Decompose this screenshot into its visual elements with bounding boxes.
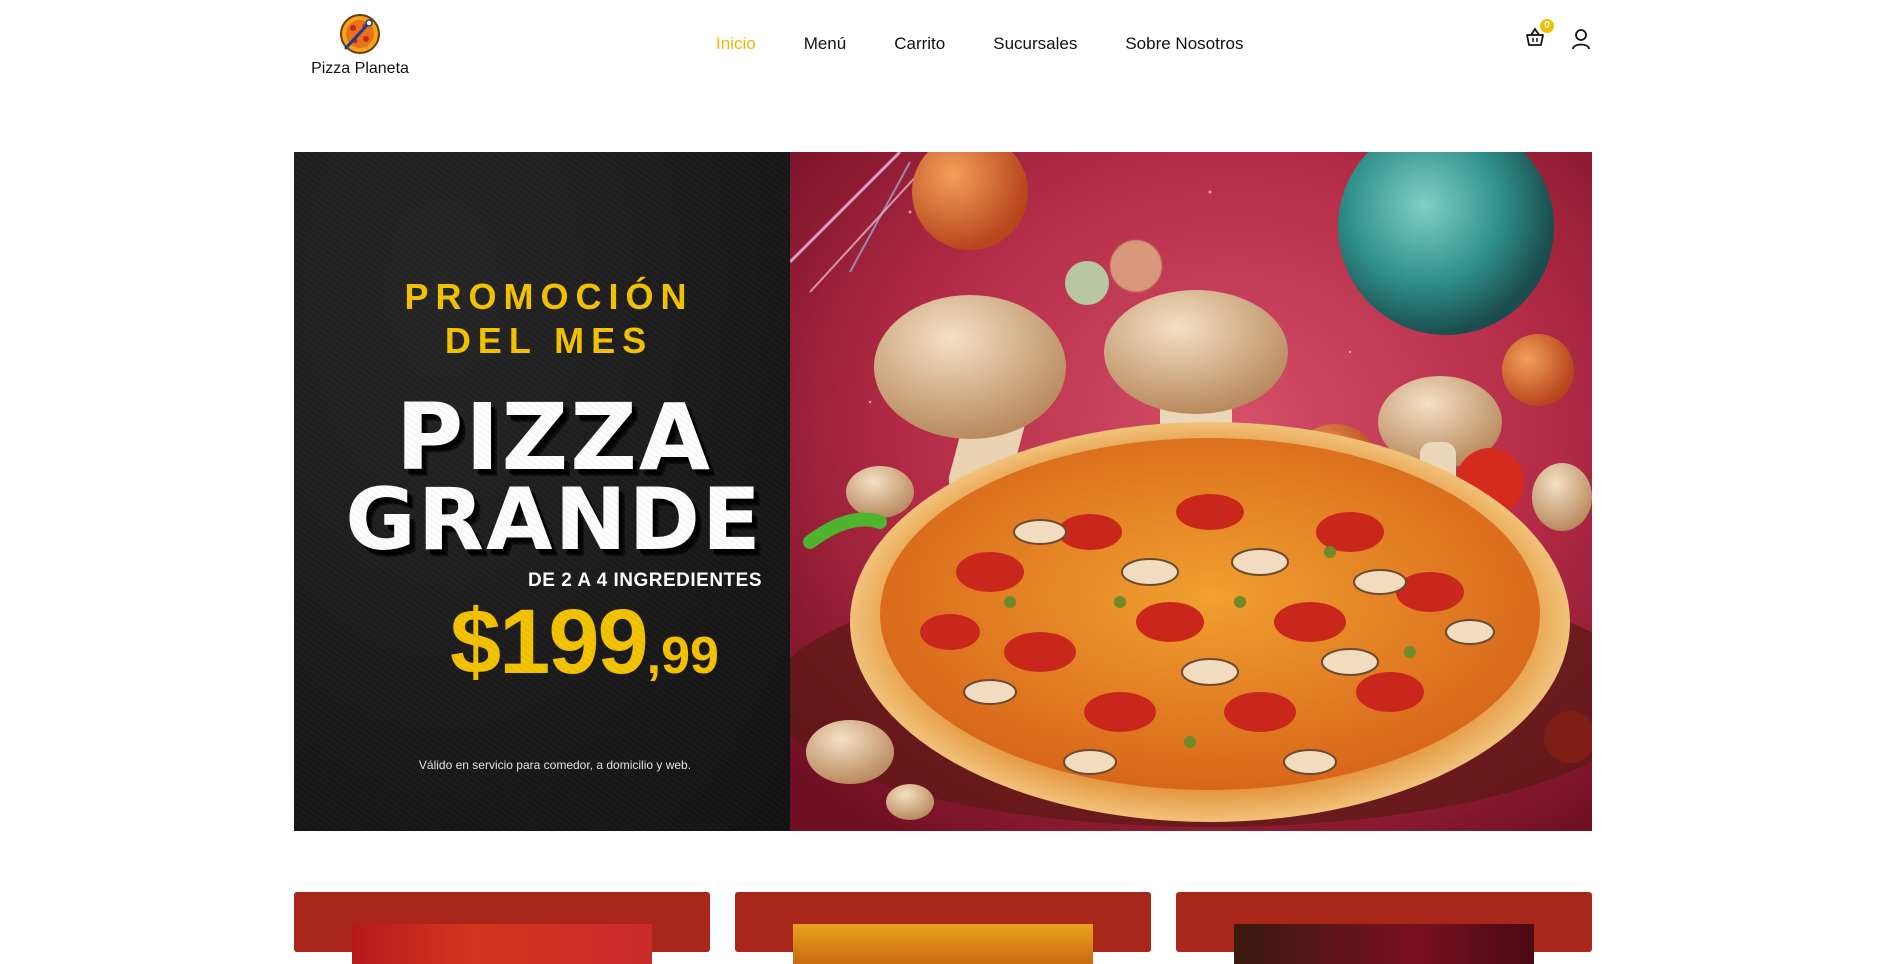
price-cents: ,99 <box>646 627 719 685</box>
nav-sucursales[interactable]: Sucursales <box>993 34 1077 54</box>
feature-card[interactable] <box>1176 892 1592 964</box>
main-nav: Inicio Menú Carrito Sucursales Sobre Nos… <box>716 34 1243 54</box>
card-image <box>1234 924 1534 964</box>
cart-count-badge: 0 <box>1540 19 1554 33</box>
promo-price: $199,99 <box>450 590 719 695</box>
card-image <box>352 924 652 964</box>
card-image <box>793 924 1093 964</box>
pizza-space-image <box>790 152 1592 831</box>
nav-menu[interactable]: Menú <box>804 34 847 54</box>
pizza-planet-logo-icon <box>340 14 380 54</box>
user-account-button[interactable] <box>1571 28 1593 52</box>
logo-link[interactable]: Pizza Planeta <box>300 12 420 78</box>
site-header: Pizza Planeta Inicio Menú Carrito Sucurs… <box>0 0 1877 100</box>
feature-card[interactable] <box>735 892 1151 964</box>
validity-note: Válido en servicio para comedor, a domic… <box>418 758 692 772</box>
cart-button[interactable]: 0 <box>1524 19 1554 52</box>
ingredients-note: DE 2 A 4 INGREDIENTES <box>528 570 762 591</box>
feature-card[interactable] <box>294 892 710 964</box>
pizza-space-illustration <box>790 152 1592 831</box>
price-main: $199 <box>450 591 649 693</box>
nav-sobre-nosotros[interactable]: Sobre Nosotros <box>1125 34 1243 54</box>
promo-heading-line2: DEL MES <box>444 320 654 361</box>
logo-text: Pizza Planeta <box>311 60 409 77</box>
nav-inicio[interactable]: Inicio <box>716 34 756 54</box>
promo-heading-line1: PROMOCIÓN <box>404 276 694 317</box>
promo-banner[interactable]: PROMOCIÓN DEL MES PIZZA GRANDE DE 2 A 4 … <box>294 152 1592 831</box>
user-icon <box>1572 29 1590 50</box>
product-name-line2: GRANDE <box>345 470 763 570</box>
nav-carrito[interactable]: Carrito <box>894 34 945 54</box>
promo-text-panel: PROMOCIÓN DEL MES PIZZA GRANDE DE 2 A 4 … <box>294 152 790 831</box>
product-name-line1: PIZZA <box>395 384 713 491</box>
